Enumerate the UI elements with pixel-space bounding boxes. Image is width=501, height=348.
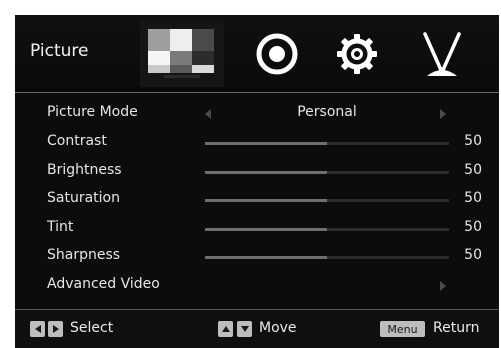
slider-value: 50 — [464, 162, 482, 178]
mode-left-arrow-icon[interactable] — [205, 109, 211, 119]
picture-mode-label: Picture Mode — [47, 104, 138, 120]
brightness-slider[interactable] — [205, 171, 449, 174]
return-hint: Return — [433, 320, 480, 336]
slider-label: Tint — [47, 219, 74, 235]
slider-value: 50 — [464, 190, 482, 206]
footer-hints: Select Move Menu Return — [15, 310, 499, 348]
chevron-right-icon — [440, 281, 446, 291]
slider-value: 50 — [464, 219, 482, 235]
menu-item-contrast[interactable]: Contrast 50 — [15, 129, 499, 157]
tab-picture[interactable] — [140, 21, 224, 87]
saturation-slider[interactable] — [205, 199, 449, 202]
menu-item-sharpness[interactable]: Sharpness 50 — [15, 243, 499, 271]
slider-fill — [205, 228, 327, 231]
select-hint: Select — [70, 320, 114, 336]
menu-item-advanced-video[interactable]: Advanced Video — [15, 272, 499, 300]
picture-icon — [148, 29, 214, 78]
slider-label: Sharpness — [47, 247, 121, 263]
slider-value: 50 — [464, 247, 482, 263]
menu-item-tint[interactable]: Tint 50 — [15, 215, 499, 243]
speaker-icon — [256, 33, 298, 75]
sharpness-slider[interactable] — [205, 256, 449, 259]
right-key-icon — [48, 321, 63, 337]
mode-right-arrow-icon[interactable] — [440, 109, 446, 119]
menu-header: Picture — [15, 15, 499, 93]
slider-fill — [205, 199, 327, 202]
down-key-icon — [237, 321, 252, 337]
slider-label: Brightness — [47, 162, 122, 178]
picture-mode-value: Personal — [297, 104, 357, 120]
up-key-icon — [218, 321, 233, 337]
tint-slider[interactable] — [205, 228, 449, 231]
left-key-icon — [30, 321, 45, 337]
tab-settings[interactable] — [315, 21, 399, 87]
contrast-slider[interactable] — [205, 142, 449, 145]
header-divider — [15, 92, 499, 93]
menu-key-label: Menu — [387, 322, 418, 336]
menu-item-picture-mode[interactable]: Picture Mode Personal — [15, 100, 499, 128]
slider-label: Contrast — [47, 133, 107, 149]
slider-fill — [205, 171, 327, 174]
page-title: Picture — [30, 41, 89, 61]
tab-channel[interactable] — [400, 21, 484, 87]
advanced-video-label: Advanced Video — [47, 276, 160, 292]
slider-fill — [205, 142, 327, 145]
slider-value: 50 — [464, 133, 482, 149]
tab-sound[interactable] — [235, 21, 319, 87]
slider-fill — [205, 256, 327, 259]
tv-menu-screen: Picture Picture Mode Personal Contrast 5… — [15, 15, 499, 348]
menu-key-icon: Menu — [380, 321, 425, 337]
gear-icon — [337, 34, 377, 74]
slider-label: Saturation — [47, 190, 120, 206]
antenna-icon — [423, 32, 461, 76]
menu-item-brightness[interactable]: Brightness 50 — [15, 158, 499, 186]
menu-item-saturation[interactable]: Saturation 50 — [15, 186, 499, 214]
move-hint: Move — [259, 320, 297, 336]
